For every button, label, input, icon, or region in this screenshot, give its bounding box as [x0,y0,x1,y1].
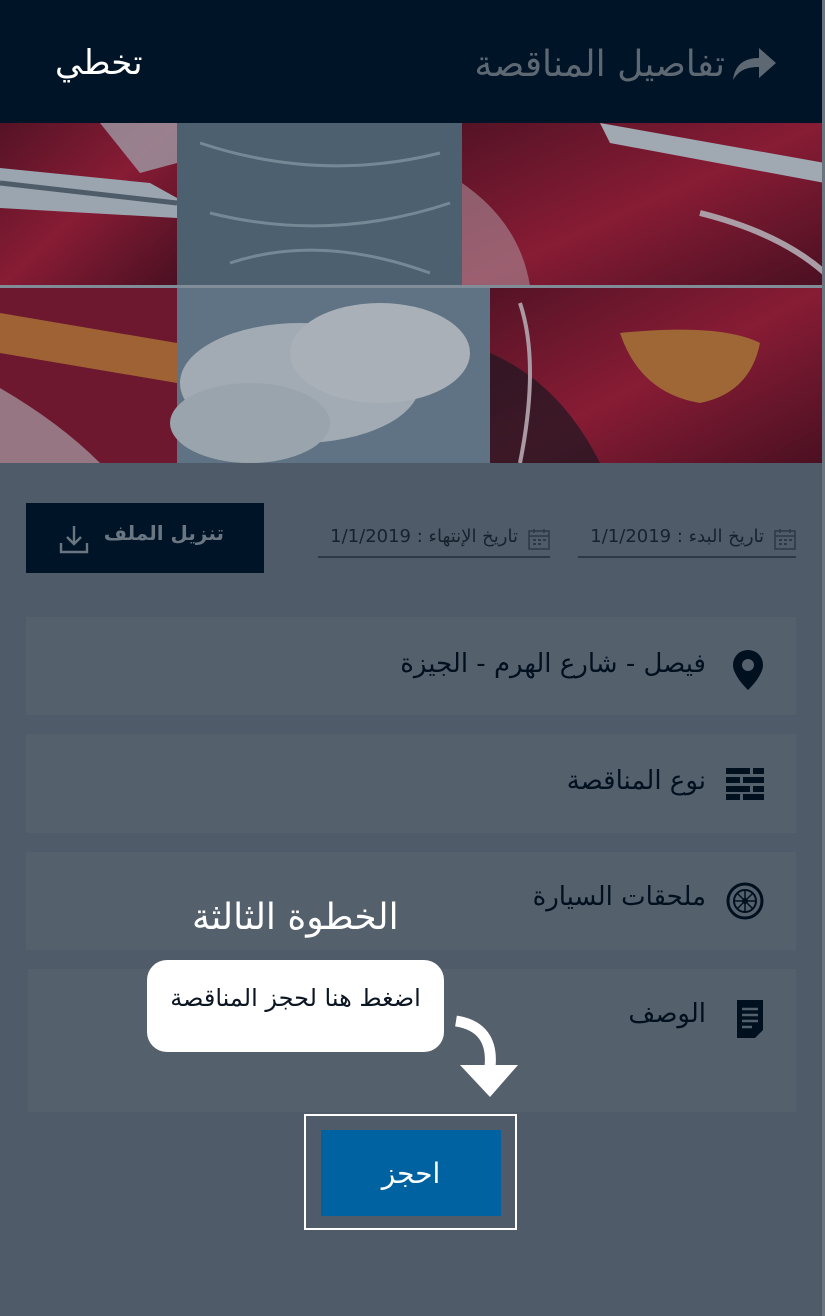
skip-button[interactable]: تخطي [55,38,143,88]
car-accessories-row: ملحقات السيارة [26,852,796,950]
end-date-text: تاريخ الإنتهاء : 1/1/2019 [330,526,518,547]
location-row: فيصل - شارع الهرم - الجيزة [26,617,796,715]
start-date-field[interactable]: تاريخ البدء : 1/1/2019 [578,524,796,558]
page-title: تفاصيل المناقصة [474,44,725,85]
location-pin-icon [733,650,763,690]
car-accessories-text: ملحقات السيارة [532,882,706,912]
tender-type-text: نوع المناقصة [566,766,706,796]
share-arrow-icon[interactable] [731,46,777,82]
grid-list-icon [726,768,764,800]
tender-type-row: نوع المناقصة [26,734,796,833]
curved-arrow-icon [454,1015,518,1097]
calendar-icon [774,529,796,550]
location-text: فيصل - شارع الهرم - الجيزة [400,649,706,679]
tutorial-hint-bubble: اضغط هنا لحجز المناقصة [147,960,444,1052]
app-header: تخطي تفاصيل المناقصة [0,0,825,123]
tutorial-step-title: الخطوة الثالثة [192,897,399,938]
download-icon [59,526,89,554]
start-date-text: تاريخ البدء : 1/1/2019 [590,526,764,547]
description-label: الوصف [628,999,706,1029]
document-icon [737,1000,763,1038]
tire-icon [726,882,764,920]
tutorial-hint-text: اضغط هنا لحجز المناقصة [170,984,421,1012]
end-date-field[interactable]: تاريخ الإنتهاء : 1/1/2019 [318,524,550,558]
download-file-button[interactable]: تنزيل الملف [26,503,264,573]
calendar-icon [528,529,550,550]
hero-image [0,123,825,463]
download-label: تنزيل الملف [103,521,224,545]
book-button[interactable]: احجز [321,1130,501,1216]
